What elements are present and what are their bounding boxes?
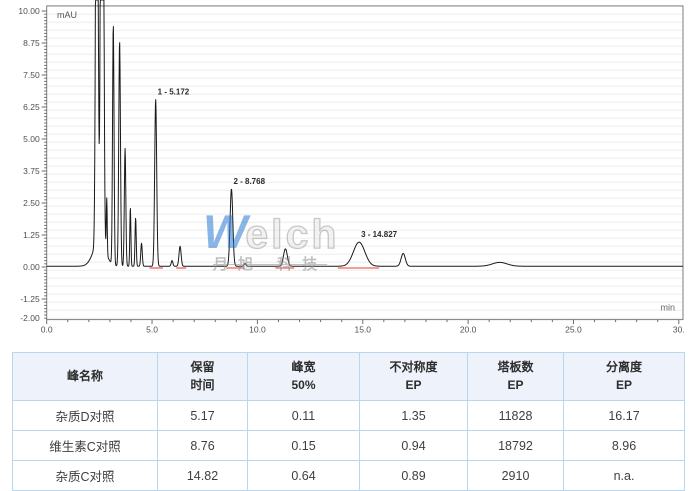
- table-row: 维生素C对照 8.76 0.15 0.94 18792 8.96: [13, 431, 685, 461]
- svg-text:0.00: 0.00: [23, 262, 40, 272]
- table-cell: 0.89: [360, 461, 468, 491]
- col-header-asymmetry-ep: 不对称度EP: [360, 353, 468, 401]
- table-cell: 14.82: [158, 461, 248, 491]
- svg-text:6.25: 6.25: [23, 102, 40, 112]
- table-cell: 2910: [468, 461, 564, 491]
- table-cell: 0.64: [248, 461, 360, 491]
- svg-text:3 - 14.827: 3 - 14.827: [361, 230, 398, 239]
- svg-text:1.25: 1.25: [23, 230, 40, 240]
- svg-text:3.75: 3.75: [23, 166, 40, 176]
- svg-text:-1.25: -1.25: [20, 294, 40, 304]
- table-cell: 8.96: [564, 431, 685, 461]
- table-cell: 0.11: [248, 401, 360, 431]
- col-header-resolution-ep: 分离度EP: [564, 353, 685, 401]
- col-header-peak-name: 峰名称: [13, 353, 158, 401]
- table-cell: 5.17: [158, 401, 248, 431]
- svg-text:25.0: 25.0: [565, 325, 582, 335]
- table-cell-peak-name: 杂质C对照: [13, 461, 158, 491]
- svg-text:8.75: 8.75: [23, 38, 40, 48]
- svg-text:mAU: mAU: [57, 10, 77, 20]
- table-row: 杂质C对照 14.82 0.64 0.89 2910 n.a.: [13, 461, 685, 491]
- svg-text:1 - 5.172: 1 - 5.172: [158, 87, 190, 96]
- svg-text:30.: 30.: [673, 325, 685, 335]
- svg-text:2.50: 2.50: [23, 198, 40, 208]
- table-cell: 18792: [468, 431, 564, 461]
- table-cell: 0.15: [248, 431, 360, 461]
- table-cell: 16.17: [564, 401, 685, 431]
- table-header-row: 峰名称 保留时间 峰宽50% 不对称度EP 塔板数EP 分离度EP: [13, 353, 685, 401]
- col-header-plates-ep: 塔板数EP: [468, 353, 564, 401]
- svg-text:10.0: 10.0: [249, 325, 266, 335]
- chromatogram-plot: 10.00 8.75 7.50 6.25 5.00 3.75 2.50 1.25 0.00 -1.…: [0, 0, 694, 346]
- col-header-peak-width-50: 峰宽50%: [248, 353, 360, 401]
- table-cell: n.a.: [564, 461, 685, 491]
- table-cell-peak-name: 杂质D对照: [13, 401, 158, 431]
- svg-text:20.0: 20.0: [460, 325, 477, 335]
- table-cell: 8.76: [158, 431, 248, 461]
- svg-text:5.00: 5.00: [23, 134, 40, 144]
- table-cell: 11828: [468, 401, 564, 431]
- peak-results-section: 峰名称 保留时间 峰宽50% 不对称度EP 塔板数EP 分离度EP 杂质D对照 …: [12, 352, 684, 491]
- peak-results-table: 峰名称 保留时间 峰宽50% 不对称度EP 塔板数EP 分离度EP 杂质D对照 …: [12, 352, 685, 491]
- svg-text:5.0: 5.0: [146, 325, 158, 335]
- table-row: 杂质D对照 5.17 0.11 1.35 11828 16.17: [13, 401, 685, 431]
- svg-text:10.00: 10.00: [18, 6, 40, 16]
- svg-text:-2.00: -2.00: [20, 313, 40, 323]
- table-cell: 0.94: [360, 431, 468, 461]
- col-header-retention-time: 保留时间: [158, 353, 248, 401]
- table-cell: 1.35: [360, 401, 468, 431]
- svg-text:min: min: [660, 303, 675, 313]
- svg-text:0.0: 0.0: [41, 325, 53, 335]
- svg-text:15.0: 15.0: [354, 325, 371, 335]
- svg-text:2 - 8.768: 2 - 8.768: [233, 177, 265, 186]
- table-cell-peak-name: 维生素C对照: [13, 431, 158, 461]
- chromatogram-panel: 10.00 8.75 7.50 6.25 5.00 3.75 2.50 1.25 0.00 -1.…: [0, 0, 694, 346]
- svg-text:7.50: 7.50: [23, 70, 40, 80]
